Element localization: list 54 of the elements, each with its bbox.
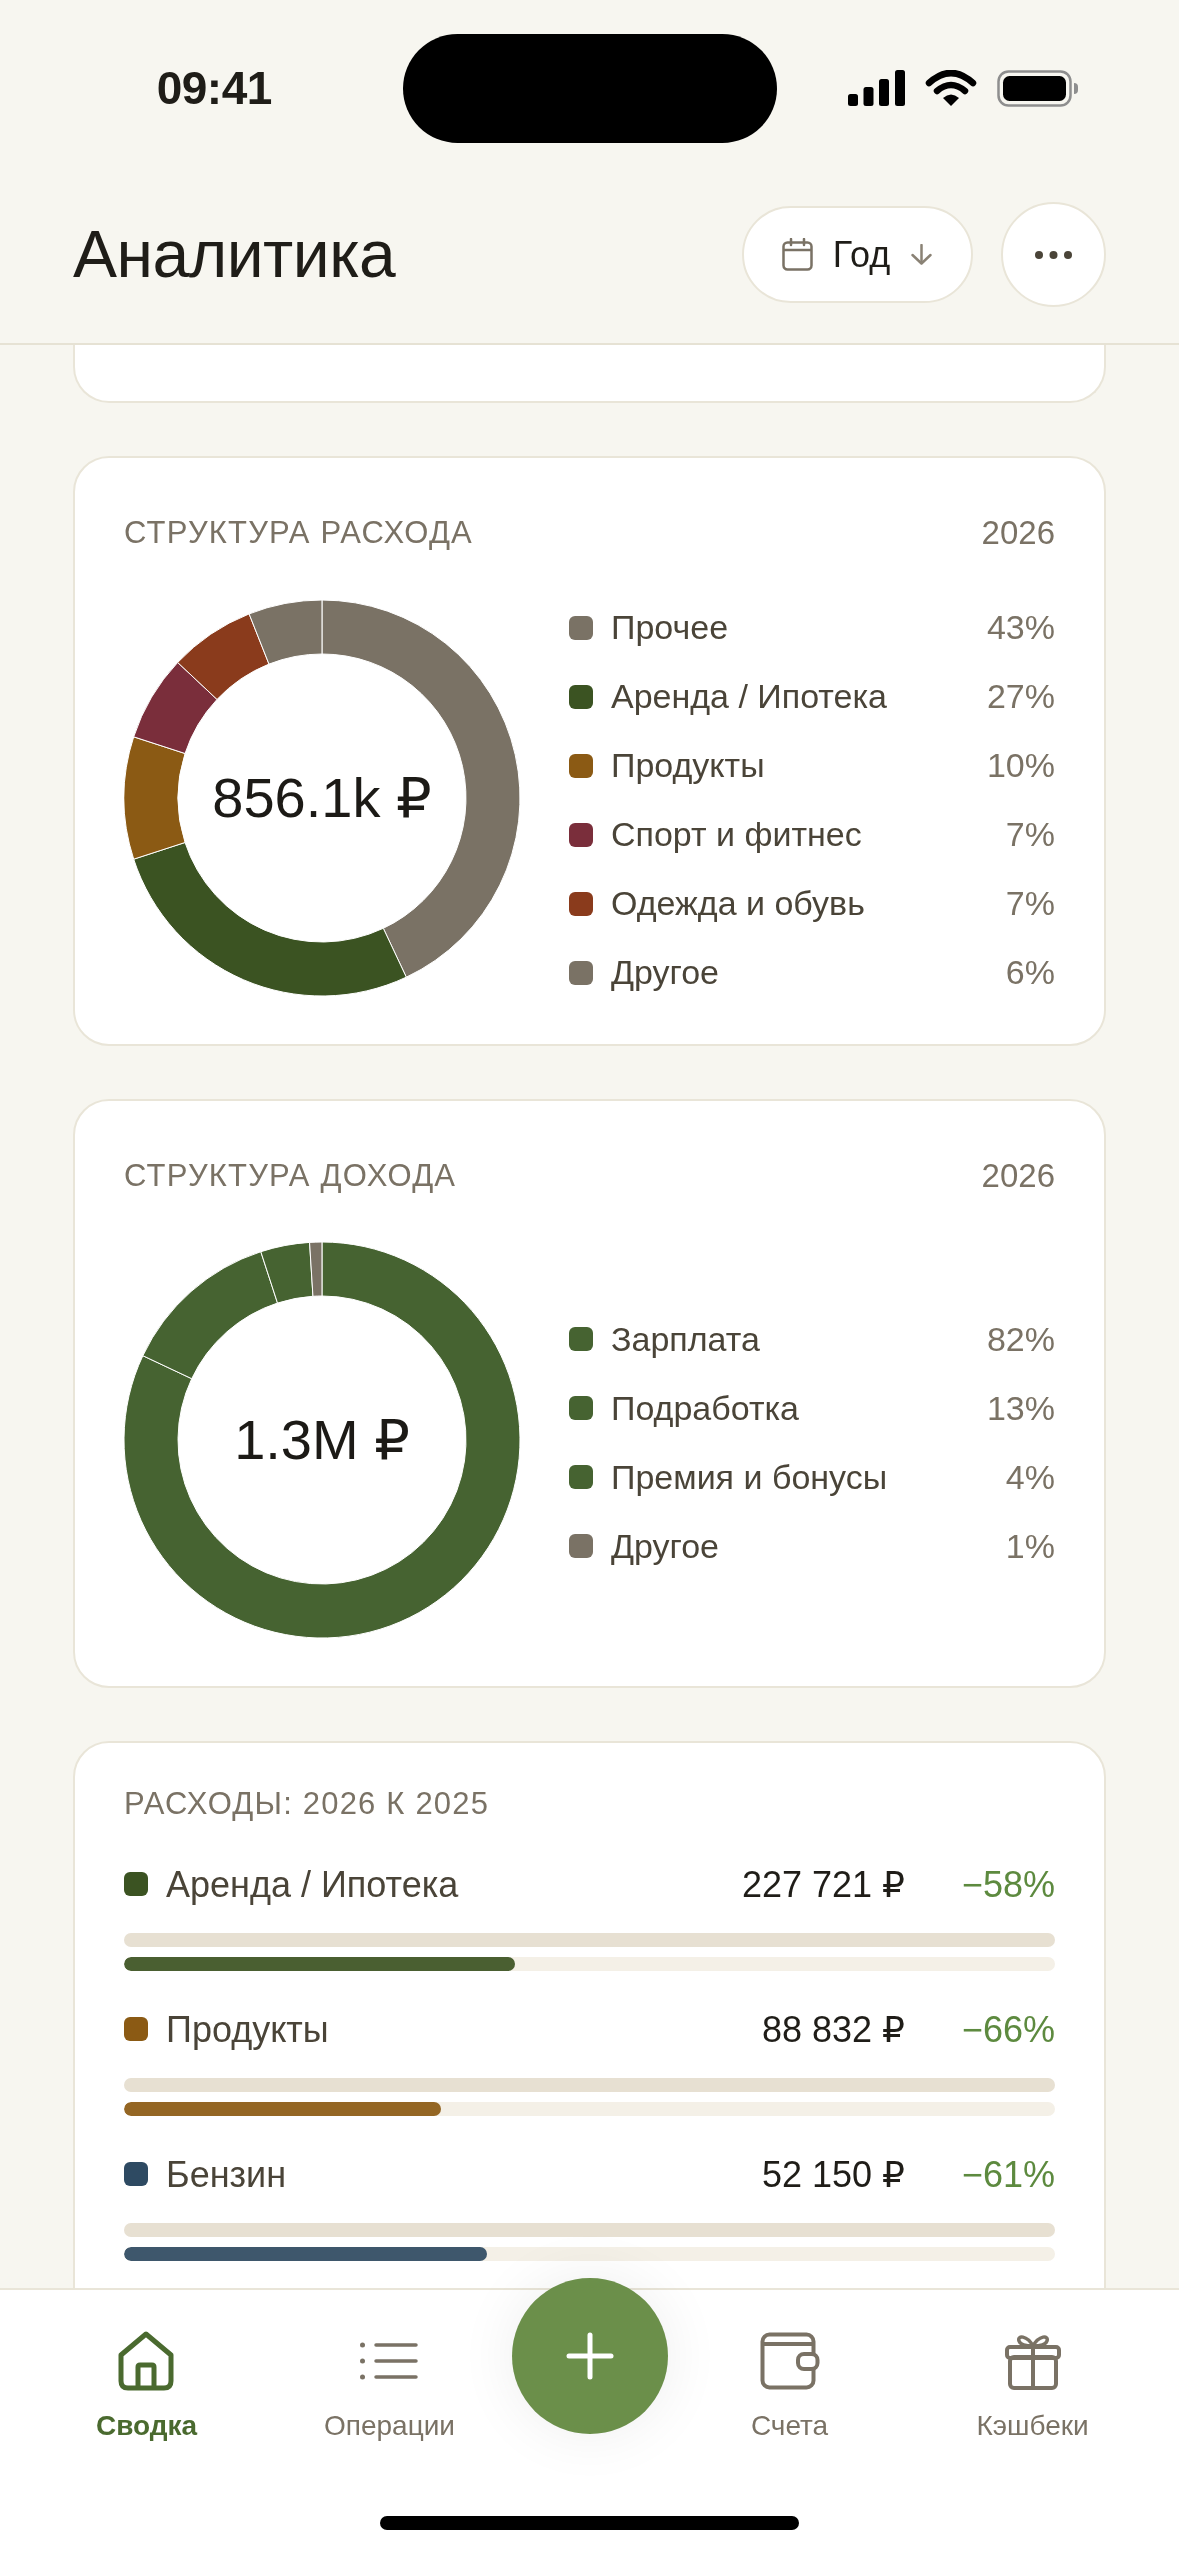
category-label: Продукты [166,2007,329,2051]
legend-percent: 1% [1005,1525,1055,1567]
legend-label: Одежда и обувь [611,883,865,924]
amount-text: 52 150 ₽ [762,2152,905,2196]
wallet-icon [759,2332,820,2390]
change-percent: −58% [960,1862,1055,1906]
legend-label: Другое [611,952,720,993]
legend-label: Продукты [611,745,765,786]
card-title: РАСХОДЫ: 2026 К 2025 [124,1785,491,1823]
legend-percent: 13% [986,1387,1055,1429]
legend-percent: 7% [1005,814,1055,855]
wifi-icon [925,69,978,107]
amount-text: 88 832 ₽ [762,2007,905,2051]
legend-label: Подработка [611,1387,799,1429]
card-title: СТРУКТУРА РАСХОДА [124,514,473,552]
page-title: Аналитика [73,218,396,291]
status-time: 09:41 [156,65,272,111]
nav-tab[interactable]: Кэшбеки [976,2290,1089,2443]
plus-icon [565,2332,614,2380]
ellipsis-icon [1035,250,1072,259]
change-percent: −61% [960,2152,1055,2196]
amount-text: 227 721 ₽ [741,1862,905,1906]
category-label: Бензин [166,2152,287,2196]
nav-tab[interactable]: Сводка [95,2290,198,2443]
calendar-icon [781,238,813,271]
gift-icon [1004,2332,1061,2390]
legend-percent: 4% [1005,1456,1055,1498]
chart-total: 856.1k ₽ [212,766,432,829]
legend-percent: 27% [986,676,1055,717]
legend-percent: 82% [986,1318,1055,1360]
chart-total: 1.3M ₽ [234,1409,410,1471]
legend-percent: 10% [986,745,1055,786]
legend-label: Премия и бонусы [611,1456,888,1498]
home-icon [116,2330,177,2392]
card-title: СТРУКТУРА ДОХОДА [124,1156,457,1194]
legend-percent: 6% [1005,952,1055,993]
battery-icon [997,69,1080,107]
year-label: 2026 [981,1155,1055,1196]
change-percent: −66% [960,2007,1055,2051]
legend-percent: 43% [986,607,1055,648]
signal-icon [848,70,906,106]
list-icon [360,2342,419,2380]
legend-label: Зарплата [611,1318,760,1360]
period-dropdown[interactable]: Год [742,206,973,303]
legend-label: Другое [611,1525,720,1567]
category-label: Аренда / Ипотека [166,1862,459,1906]
year-label: 2026 [981,513,1055,553]
nav-tab[interactable]: Счета [750,2290,829,2443]
legend-label: Аренда / Ипотека [611,676,887,717]
legend-percent: 7% [1005,883,1055,924]
arrow-down-icon [910,244,934,265]
nav-tab[interactable]: Операции [324,2290,455,2443]
legend-label: Прочее [611,607,729,648]
legend-label: Спорт и фитнес [611,814,862,855]
